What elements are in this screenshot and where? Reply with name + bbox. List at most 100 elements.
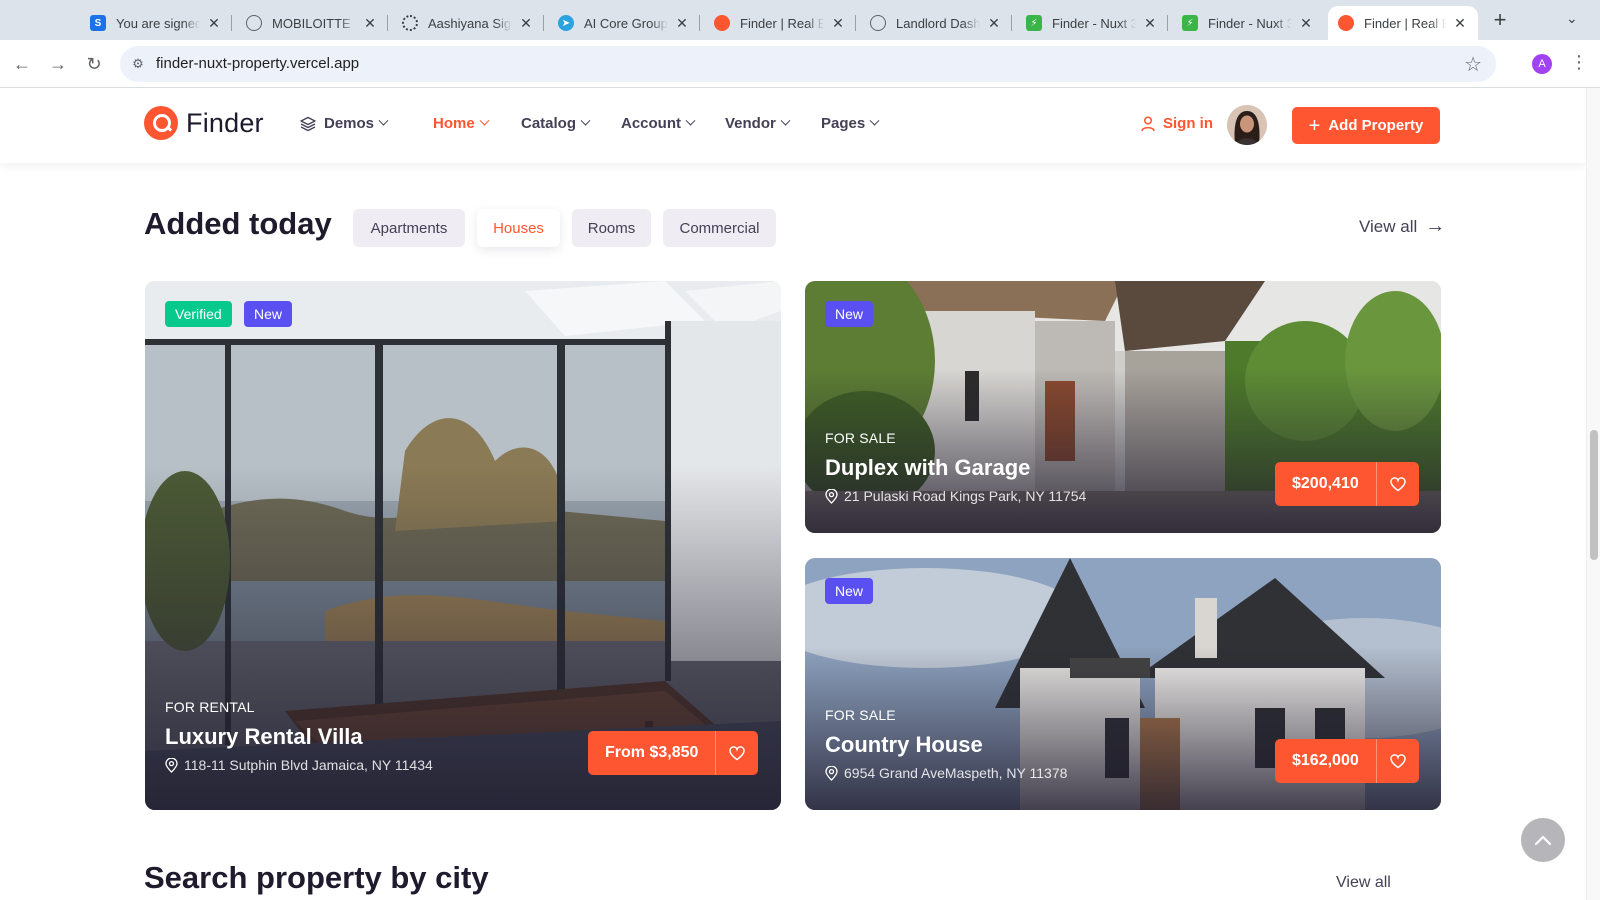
- close-tab-icon[interactable]: ✕: [830, 15, 846, 32]
- map-pin-icon: [165, 757, 178, 773]
- tab-title: Aashiyana Sign In: [428, 15, 512, 31]
- map-pin-icon: [825, 488, 838, 504]
- nav-vendor[interactable]: Vendor: [725, 115, 791, 132]
- telegram-icon: ➤: [558, 15, 574, 31]
- close-tab-icon[interactable]: ✕: [1142, 15, 1158, 32]
- listing-category: FOR SALE: [825, 430, 896, 446]
- browser-toolbar: ← → ↻ ⚙ finder-nuxt-property.vercel.app …: [0, 40, 1600, 88]
- back-icon[interactable]: ←: [10, 52, 34, 76]
- tab-search-chevron-icon[interactable]: ⌄: [1566, 10, 1578, 27]
- nav-demos-label: Demos: [324, 115, 375, 132]
- listing-title[interactable]: Luxury Rental Villa: [165, 724, 363, 750]
- listing-address-text: 21 Pulaski Road Kings Park, NY 11754: [844, 488, 1087, 504]
- listing-address: 118-11 Sutphin Blvd Jamaica, NY 11434: [165, 757, 433, 773]
- browser-tab[interactable]: Finder | Real Estate ✕: [704, 6, 856, 40]
- browser-tab[interactable]: ⚡ Finder - Nuxt 3 ✕: [1016, 6, 1168, 40]
- filter-rooms[interactable]: Rooms: [572, 209, 651, 247]
- nav-home[interactable]: Home: [433, 115, 490, 132]
- browser-tab[interactable]: ⚡ Finder - Nuxt 3 ✕: [1172, 6, 1324, 40]
- listing-category: FOR SALE: [825, 707, 896, 723]
- url-text[interactable]: finder-nuxt-property.vercel.app: [156, 55, 359, 72]
- close-tab-icon[interactable]: ✕: [1298, 15, 1314, 32]
- address-bar[interactable]: ⚙ finder-nuxt-property.vercel.app ☆: [120, 46, 1496, 82]
- nav-demos[interactable]: Demos: [300, 115, 389, 132]
- finder-favicon-icon: [1338, 15, 1354, 31]
- listing-card[interactable]: New FOR SALE Country House 6954 Grand Av…: [805, 558, 1441, 810]
- page-viewport: Finder Demos Home Catalog Account Vendor…: [0, 88, 1586, 900]
- view-all-link[interactable]: View all →: [1359, 215, 1445, 238]
- view-all-label: View all: [1359, 216, 1418, 236]
- next-section-view-all[interactable]: View all: [1336, 874, 1391, 892]
- close-tab-icon[interactable]: ✕: [206, 15, 222, 32]
- filter-apartments[interactable]: Apartments: [353, 209, 465, 247]
- browser-tab[interactable]: S You are signed in ✕: [80, 6, 232, 40]
- forward-icon[interactable]: →: [46, 52, 70, 76]
- listing-card[interactable]: New FOR SALE Duplex with Garage 21 Pulas…: [805, 281, 1441, 533]
- nav-vendor-label: Vendor: [725, 115, 776, 132]
- next-section-title: Search property by city: [144, 860, 489, 895]
- chevron-down-icon: [378, 115, 389, 126]
- logo-text: Finder: [186, 107, 264, 138]
- nav-pages[interactable]: Pages: [821, 115, 880, 132]
- page-scrollbar[interactable]: [1586, 88, 1600, 900]
- bookmark-star-icon[interactable]: ☆: [1464, 52, 1482, 77]
- nav-catalog-label: Catalog: [521, 115, 577, 132]
- tab-title: Finder - Nuxt 3: [1208, 15, 1292, 31]
- listing-title[interactable]: Country House: [825, 732, 983, 758]
- reload-icon[interactable]: ↻: [82, 52, 106, 76]
- map-pin-icon: [825, 765, 838, 781]
- new-tab-icon[interactable]: +: [1488, 8, 1512, 32]
- close-tab-icon[interactable]: ✕: [986, 15, 1002, 32]
- close-tab-icon[interactable]: ✕: [518, 15, 534, 32]
- user-icon: [1141, 115, 1155, 131]
- user-avatar[interactable]: [1227, 105, 1267, 145]
- browser-tab[interactable]: MOBILOITTE | Mobile ✕: [236, 6, 388, 40]
- listing-address: 6954 Grand AveMaspeth, NY 11378: [825, 765, 1067, 781]
- browser-tab[interactable]: Landlord Dashboard ✕: [860, 6, 1012, 40]
- heart-icon: [1389, 476, 1406, 491]
- chevron-down-icon: [685, 115, 696, 126]
- close-tab-icon[interactable]: ✕: [1452, 15, 1468, 32]
- listing-address: 21 Pulaski Road Kings Park, NY 11754: [825, 488, 1086, 504]
- site-info-icon[interactable]: ⚙: [130, 56, 146, 72]
- add-property-button[interactable]: + Add Property: [1292, 107, 1440, 144]
- sign-in-link[interactable]: Sign in: [1141, 115, 1213, 132]
- listing-title[interactable]: Duplex with Garage: [825, 455, 1030, 481]
- nav-catalog[interactable]: Catalog: [521, 115, 591, 132]
- finder-logo-icon: [144, 106, 178, 140]
- profile-avatar[interactable]: A: [1532, 54, 1552, 74]
- price-box: $200,410: [1275, 462, 1419, 506]
- tab-title: You are signed in: [116, 15, 200, 31]
- filter-houses[interactable]: Houses: [477, 209, 560, 247]
- heart-icon: [1389, 753, 1406, 768]
- listing-price: $162,000: [1275, 739, 1376, 783]
- nav-account[interactable]: Account: [621, 115, 696, 132]
- tab-title: Landlord Dashboard: [896, 15, 980, 31]
- nav-pages-label: Pages: [821, 115, 866, 132]
- layers-icon: [300, 116, 316, 131]
- chevron-down-icon: [479, 115, 490, 126]
- favorite-button[interactable]: [1375, 739, 1419, 783]
- browser-tab-active[interactable]: Finder | Real Estate ✕: [1328, 6, 1478, 40]
- card-gradient: [805, 369, 1441, 533]
- filter-commercial[interactable]: Commercial: [663, 209, 776, 247]
- back-to-top-button[interactable]: [1521, 818, 1565, 862]
- section-title: Added today: [144, 206, 332, 241]
- listing-card[interactable]: Verified New FOR RENTAL Luxury Rental Vi…: [145, 281, 781, 810]
- favorite-button[interactable]: [715, 731, 759, 775]
- close-tab-icon[interactable]: ✕: [674, 15, 690, 32]
- browser-tab[interactable]: Aashiyana Sign In ✕: [392, 6, 544, 40]
- favorite-button[interactable]: [1375, 462, 1419, 506]
- scrollbar-thumb[interactable]: [1590, 430, 1598, 560]
- add-property-label: Add Property: [1328, 117, 1424, 134]
- listing-address-text: 6954 Grand AveMaspeth, NY 11378: [844, 765, 1068, 781]
- close-tab-icon[interactable]: ✕: [362, 15, 378, 32]
- verified-badge: Verified: [165, 301, 232, 327]
- browser-tab[interactable]: ➤ AI Core Group ✕: [548, 6, 700, 40]
- tab-favicon-icon: S: [90, 15, 106, 31]
- browser-menu-icon[interactable]: ⋮: [1570, 52, 1588, 73]
- globe-icon: [246, 15, 262, 31]
- chevron-up-icon: [1534, 835, 1552, 846]
- globe-icon: [870, 15, 886, 31]
- finder-logo[interactable]: Finder: [144, 106, 264, 140]
